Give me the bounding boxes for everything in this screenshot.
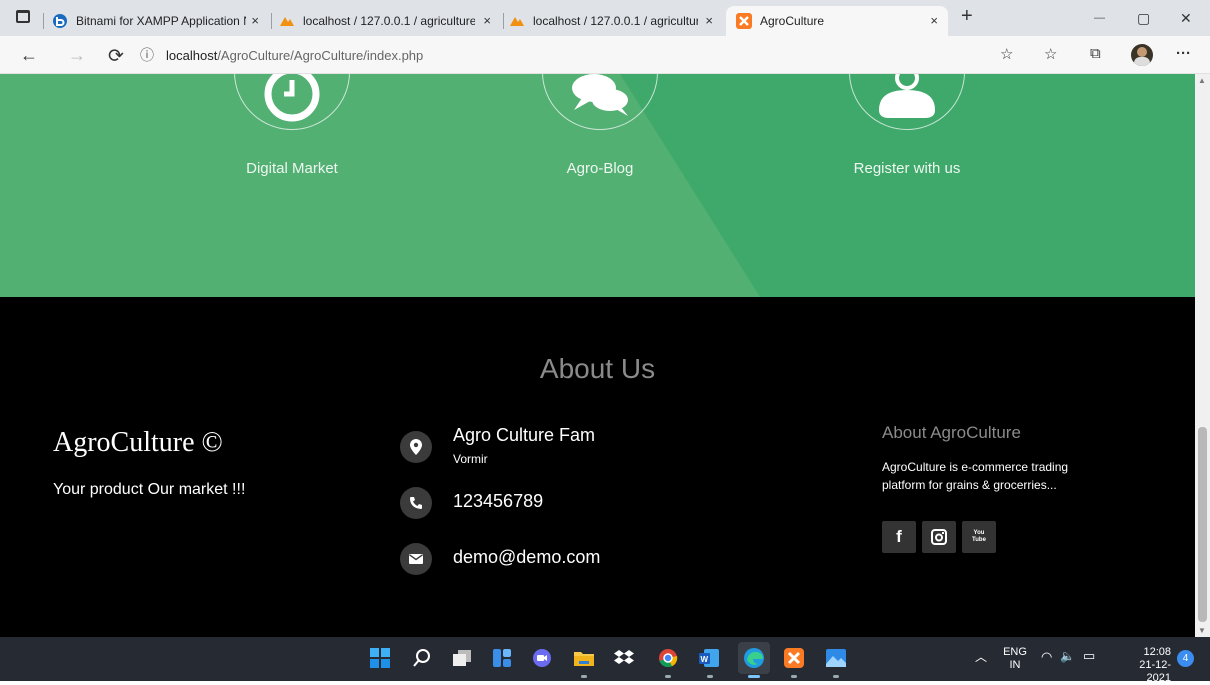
running-indicator bbox=[707, 675, 713, 678]
xampp-icon[interactable] bbox=[782, 646, 806, 670]
instagram-icon[interactable] bbox=[922, 521, 956, 553]
running-indicator bbox=[665, 675, 671, 678]
svg-text:W: W bbox=[701, 655, 709, 664]
wifi-icon[interactable]: ◠ bbox=[1041, 650, 1052, 663]
language-code: ENG bbox=[1003, 646, 1027, 658]
scroll-down-icon[interactable]: ▼ bbox=[1198, 626, 1206, 635]
new-tab-button[interactable]: + bbox=[961, 5, 973, 28]
maximize-button[interactable]: ▢ bbox=[1137, 10, 1150, 27]
region-code: IN bbox=[1009, 659, 1021, 671]
brand-name: AgroCulture © bbox=[53, 427, 223, 458]
phpmyadmin-icon bbox=[279, 13, 295, 29]
xampp-icon bbox=[736, 13, 752, 29]
url-path: /AgroCulture/AgroCulture/index.php bbox=[217, 47, 424, 63]
envelope-icon bbox=[400, 543, 432, 575]
tab-close-button[interactable]: × bbox=[705, 13, 713, 28]
scroll-up-icon[interactable]: ▲ bbox=[1198, 76, 1206, 85]
running-indicator bbox=[748, 675, 760, 678]
url-field[interactable]: ⓘ localhost/AgroCulture/AgroCulture/inde… bbox=[140, 43, 1000, 67]
windows-taskbar: W ︿ ENG IN ◠ 🔈 ▭ 12:08 21-12-2021 4 bbox=[0, 637, 1210, 684]
bitnami-icon bbox=[52, 13, 68, 29]
battery-icon[interactable]: ▭ bbox=[1083, 649, 1095, 662]
tray-overflow-icon[interactable]: ︿ bbox=[975, 651, 987, 664]
chat-bubbles-icon bbox=[572, 74, 628, 116]
clock-time: 12:08 bbox=[1143, 646, 1171, 658]
phpmyadmin-icon bbox=[509, 13, 525, 29]
running-indicator bbox=[791, 675, 797, 678]
photos-icon[interactable] bbox=[824, 646, 848, 670]
user-icon bbox=[879, 74, 935, 118]
minimize-button[interactable]: — bbox=[1094, 12, 1105, 24]
notification-badge[interactable]: 4 bbox=[1177, 650, 1194, 667]
feature-circle bbox=[849, 74, 965, 130]
tab-close-button[interactable]: × bbox=[483, 13, 491, 28]
tab-bitnami[interactable]: Bitnami for XAMPP Application N × bbox=[52, 6, 267, 36]
running-indicator bbox=[581, 675, 587, 678]
search-icon[interactable] bbox=[410, 646, 434, 670]
clock[interactable]: 12:08 21-12-2021 bbox=[1115, 646, 1171, 685]
phone-icon bbox=[400, 487, 432, 519]
more-menu-icon[interactable]: ··· bbox=[1176, 45, 1191, 62]
facebook-icon[interactable]: f bbox=[882, 521, 916, 553]
add-favorite-icon[interactable]: ☆ bbox=[1000, 45, 1013, 63]
tab-title: localhost / 127.0.0.1 / agriculture bbox=[303, 14, 475, 28]
close-window-button[interactable]: ✕ bbox=[1180, 10, 1192, 27]
features-section: Digital Market Agro-Blog Register with u… bbox=[0, 74, 1195, 297]
back-arrow-icon[interactable]: ← bbox=[20, 45, 38, 66]
contact-name: Agro Culture Fam bbox=[453, 425, 596, 445]
contact-place: Vormir bbox=[453, 452, 488, 466]
collections-icon[interactable]: ⧉ bbox=[1090, 45, 1101, 62]
tab-agroculture[interactable]: AgroCulture × bbox=[726, 6, 948, 36]
forward-arrow-icon[interactable]: → bbox=[68, 45, 86, 66]
feature-label: Digital Market bbox=[246, 160, 338, 177]
url-host: localhost bbox=[166, 47, 218, 63]
volume-icon[interactable]: 🔈 bbox=[1060, 650, 1075, 663]
info-icon[interactable]: ⓘ bbox=[140, 45, 154, 65]
tab-phpmyadmin-1[interactable]: localhost / 127.0.0.1 / agriculture × bbox=[279, 6, 499, 36]
widgets-icon[interactable] bbox=[490, 646, 514, 670]
contact-phone: 123456789 bbox=[453, 491, 544, 511]
tab-close-button[interactable]: × bbox=[251, 13, 259, 28]
word-icon[interactable]: W bbox=[697, 646, 721, 670]
edge-icon[interactable] bbox=[738, 642, 770, 674]
contact-email[interactable]: demo@demo.com bbox=[453, 547, 600, 568]
brand-tagline: Your product Our market !!! bbox=[53, 481, 246, 498]
task-view-icon[interactable] bbox=[450, 646, 474, 670]
profile-avatar[interactable] bbox=[1131, 44, 1153, 66]
tab-title: Bitnami for XAMPP Application N bbox=[76, 14, 246, 28]
scroll-thumb[interactable] bbox=[1198, 427, 1207, 622]
favorites-icon[interactable]: ☆ bbox=[1044, 45, 1057, 63]
feature-label: Agro-Blog bbox=[566, 160, 634, 177]
running-indicator bbox=[833, 675, 839, 678]
refresh-icon[interactable]: ⟳ bbox=[108, 45, 124, 68]
browser-tab-bar: Bitnami for XAMPP Application N × localh… bbox=[0, 0, 1210, 36]
feature-circle bbox=[234, 74, 350, 130]
about-agroculture-text: AgroCulture is e-commerce trading platfo… bbox=[882, 460, 1069, 492]
clock-icon bbox=[264, 74, 320, 122]
about-us-heading: About Us bbox=[539, 353, 656, 384]
about-us-footer: About Us AgroCulture © Your product Our … bbox=[0, 297, 1195, 637]
page-scrollbar[interactable]: ▲ ▼ bbox=[1195, 74, 1210, 637]
windows-start-icon[interactable] bbox=[368, 646, 392, 670]
notification-count: 4 bbox=[1182, 653, 1189, 664]
tab-close-button[interactable]: × bbox=[930, 13, 938, 28]
tab-phpmyadmin-2[interactable]: localhost / 127.0.0.1 / agricultur × bbox=[509, 6, 721, 36]
youtube-label: You Tube bbox=[972, 530, 986, 543]
youtube-icon[interactable]: You Tube bbox=[962, 521, 996, 553]
about-agroculture-heading: About AgroCulture bbox=[882, 423, 1021, 442]
address-bar: ← → ⟳ ⓘ localhost/AgroCulture/AgroCultur… bbox=[0, 36, 1210, 74]
feature-label: Register with us bbox=[853, 160, 961, 177]
chat-icon[interactable] bbox=[530, 646, 554, 670]
file-explorer-icon[interactable] bbox=[572, 646, 596, 670]
feature-circle bbox=[542, 74, 658, 130]
location-pin-icon bbox=[400, 431, 432, 463]
clock-date: 21-12-2021 bbox=[1139, 659, 1171, 684]
chrome-icon[interactable] bbox=[656, 646, 680, 670]
dropbox-icon[interactable] bbox=[612, 646, 636, 670]
page-viewport: Digital Market Agro-Blog Register with u… bbox=[0, 74, 1195, 637]
tab-title: AgroCulture bbox=[760, 14, 825, 28]
tab-title: localhost / 127.0.0.1 / agricultur bbox=[533, 14, 698, 28]
tab-actions-icon[interactable] bbox=[16, 10, 30, 23]
language-indicator[interactable]: ENG IN bbox=[1003, 646, 1027, 672]
